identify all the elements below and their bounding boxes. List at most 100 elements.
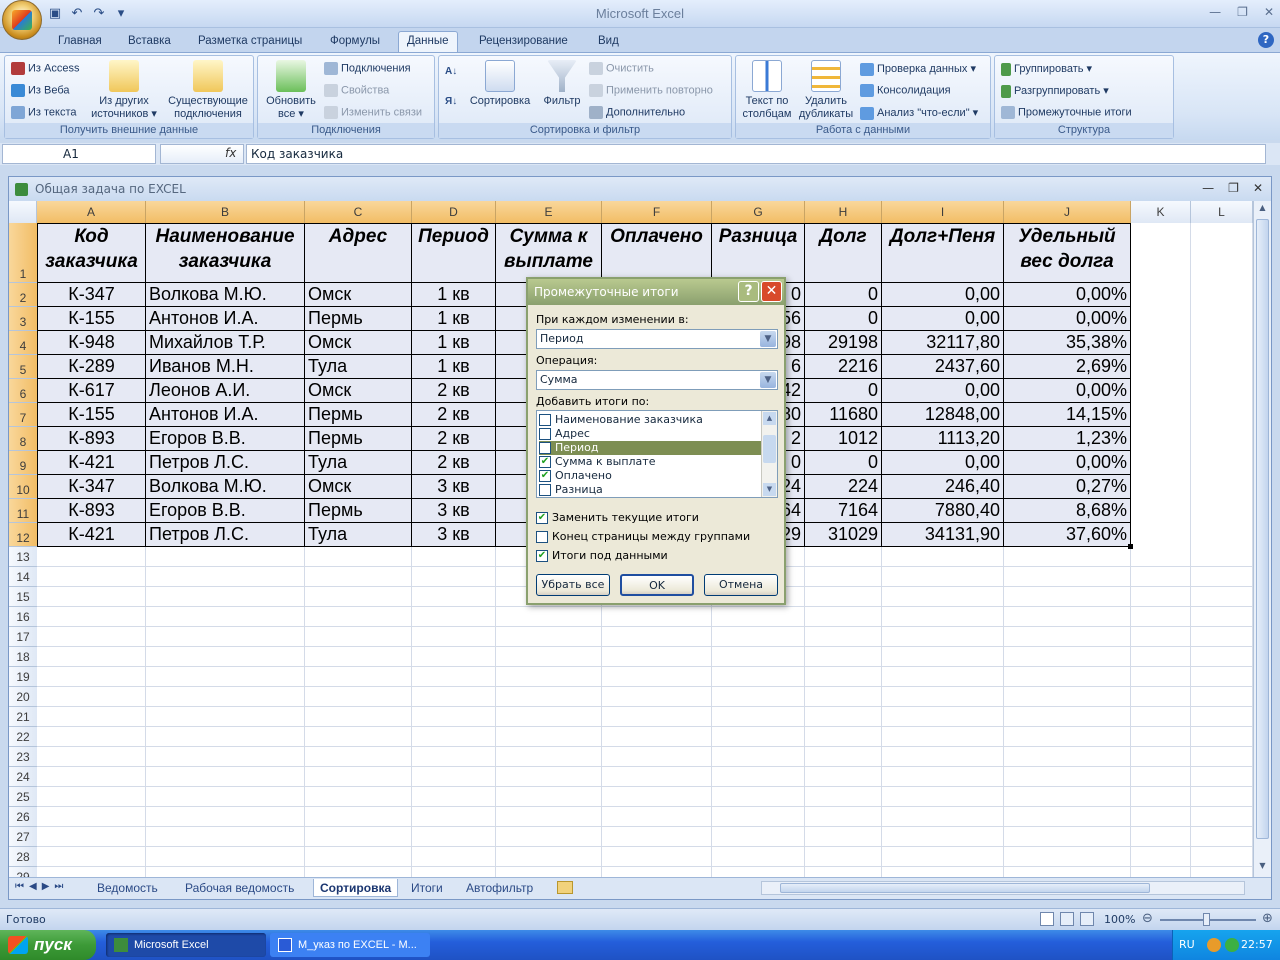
- group-button[interactable]: Группировать ▾: [1001, 62, 1092, 76]
- wb-restore-icon[interactable]: ❐: [1228, 181, 1239, 195]
- properties-button[interactable]: Свойства: [324, 84, 389, 97]
- help-icon[interactable]: ?: [1258, 32, 1274, 48]
- insert-sheet-icon[interactable]: [557, 881, 573, 894]
- row-header[interactable]: 16: [9, 607, 37, 627]
- formula-input[interactable]: Код заказчика: [246, 144, 1266, 164]
- row-header[interactable]: 18: [9, 647, 37, 667]
- dropdown-arrow-icon[interactable]: ▼: [760, 372, 776, 388]
- from-web-button[interactable]: Из Веба: [11, 84, 70, 97]
- close-icon[interactable]: ✕: [1264, 5, 1274, 19]
- row-header[interactable]: 1: [9, 223, 37, 283]
- dialog-close-icon[interactable]: ✕: [761, 281, 782, 302]
- normal-view-icon[interactable]: [1040, 912, 1054, 926]
- vscroll-thumb[interactable]: [1256, 219, 1269, 839]
- list-item-checkbox[interactable]: [539, 428, 551, 440]
- column-header-j[interactable]: J: [1004, 201, 1131, 223]
- sort-button[interactable]: Сортировка: [467, 60, 533, 108]
- sheet-tab-itogi[interactable]: Итоги: [411, 879, 443, 897]
- text-to-columns-button[interactable]: Текст по столбцам: [738, 60, 796, 121]
- ok-button[interactable]: OK: [620, 574, 694, 596]
- row-header[interactable]: 12: [9, 523, 37, 547]
- scroll-up-icon[interactable]: ▲: [1256, 203, 1269, 217]
- select-all-corner[interactable]: [9, 201, 37, 223]
- row-header[interactable]: 5: [9, 355, 37, 379]
- tab-review[interactable]: Рецензирование: [471, 32, 576, 52]
- task-excel[interactable]: Microsoft Excel: [106, 933, 266, 957]
- remove-duplicates-button[interactable]: Удалить дубликаты: [796, 60, 856, 121]
- add-subtotal-list[interactable]: ▲ ▼ Наименование заказчика Адрес Период ✔ Су…: [536, 410, 778, 498]
- refresh-all-button[interactable]: Обновить все ▾: [260, 60, 322, 121]
- subtotal-list-item[interactable]: Наименование заказчика: [539, 413, 761, 427]
- restore-icon[interactable]: ❐: [1237, 5, 1248, 19]
- page-break-view-icon[interactable]: [1080, 912, 1094, 926]
- minimize-icon[interactable]: —: [1209, 5, 1221, 19]
- tab-home[interactable]: Главная: [50, 32, 110, 52]
- list-scrollbar[interactable]: ▲ ▼: [761, 411, 777, 497]
- edit-links-button[interactable]: Изменить связи: [324, 106, 422, 119]
- sheet-nav-icon[interactable]: ⏮◀▶⏭: [15, 881, 68, 892]
- column-header-h[interactable]: H: [805, 201, 882, 223]
- row-header[interactable]: 28: [9, 847, 37, 867]
- column-header-d[interactable]: D: [412, 201, 496, 223]
- language-indicator[interactable]: RU: [1179, 938, 1195, 951]
- wb-minimize-icon[interactable]: —: [1202, 181, 1214, 195]
- summary-below-checkbox[interactable]: ✔ Итоги под данными: [536, 549, 668, 562]
- sheet-tab-rabochaya[interactable]: Рабочая ведомость: [185, 879, 294, 897]
- column-header-f[interactable]: F: [602, 201, 712, 223]
- task-word[interactable]: М_указ по EXCEL - М...: [270, 933, 430, 957]
- ungroup-button[interactable]: Разгруппировать ▾: [1001, 84, 1109, 98]
- row-header[interactable]: 3: [9, 307, 37, 331]
- row-header[interactable]: 24: [9, 767, 37, 787]
- column-header-b[interactable]: B: [146, 201, 305, 223]
- name-box[interactable]: A1: [2, 144, 156, 164]
- row-header[interactable]: 17: [9, 627, 37, 647]
- sheet-tab-sortirovka[interactable]: Сортировка: [313, 879, 399, 897]
- tab-insert[interactable]: Вставка: [120, 32, 179, 52]
- list-item-checkbox[interactable]: ✔: [539, 470, 551, 482]
- list-item-checkbox[interactable]: [539, 442, 551, 454]
- from-text-button[interactable]: Из текста: [11, 106, 77, 119]
- vertical-scrollbar[interactable]: ▲ ▼: [1253, 201, 1271, 877]
- whatif-button[interactable]: Анализ "что-если" ▾: [860, 106, 978, 120]
- page-break-checkbox-box[interactable]: [536, 531, 548, 543]
- at-each-change-select[interactable]: Период ▼: [536, 329, 778, 349]
- list-item-checkbox[interactable]: [539, 414, 551, 426]
- replace-checkbox-box[interactable]: ✔: [536, 512, 548, 524]
- row-header[interactable]: 14: [9, 567, 37, 587]
- row-header[interactable]: 9: [9, 451, 37, 475]
- column-header-c[interactable]: C: [305, 201, 412, 223]
- advanced-button[interactable]: Дополнительно: [589, 106, 685, 119]
- row-header[interactable]: 11: [9, 499, 37, 523]
- tab-data[interactable]: Данные: [398, 31, 458, 53]
- row-header[interactable]: 21: [9, 707, 37, 727]
- row-header[interactable]: 4: [9, 331, 37, 355]
- column-header-g[interactable]: G: [712, 201, 805, 223]
- remove-all-button[interactable]: Убрать все: [536, 574, 610, 596]
- subtotal-list-item[interactable]: Разница: [539, 483, 761, 497]
- row-header[interactable]: 10: [9, 475, 37, 499]
- list-scroll-up-icon[interactable]: ▲: [763, 412, 776, 425]
- function-select[interactable]: Сумма ▼: [536, 370, 778, 390]
- sort-az-icon[interactable]: A↓: [445, 66, 457, 77]
- subtotal-button[interactable]: Промежуточные итоги: [1001, 106, 1132, 119]
- row-header[interactable]: 13: [9, 547, 37, 567]
- dialog-help-icon[interactable]: ?: [738, 281, 759, 302]
- row-header[interactable]: 2: [9, 283, 37, 307]
- connections-button[interactable]: Подключения: [324, 62, 411, 75]
- consolidate-button[interactable]: Консолидация: [860, 84, 951, 97]
- subtotal-list-item[interactable]: ✔ Сумма к выплате: [539, 455, 761, 469]
- column-header-a[interactable]: A: [37, 201, 146, 223]
- row-header[interactable]: 26: [9, 807, 37, 827]
- sheet-tab-vedomost[interactable]: Ведомость: [97, 879, 158, 897]
- dropdown-arrow-icon[interactable]: ▼: [760, 331, 776, 347]
- row-header[interactable]: 6: [9, 379, 37, 403]
- zoom-level[interactable]: 100%: [1104, 913, 1135, 926]
- fx-icon[interactable]: fx: [225, 146, 236, 160]
- from-other-sources-button[interactable]: Из других источников ▾: [89, 60, 159, 121]
- row-header[interactable]: 22: [9, 727, 37, 747]
- replace-current-checkbox[interactable]: ✔ Заменить текущие итоги: [536, 511, 699, 524]
- tab-formulas[interactable]: Формулы: [322, 32, 388, 52]
- tray-network-icon[interactable]: [1225, 938, 1239, 952]
- zoom-in-icon[interactable]: ⊕: [1262, 911, 1273, 926]
- list-item-checkbox[interactable]: [539, 484, 551, 496]
